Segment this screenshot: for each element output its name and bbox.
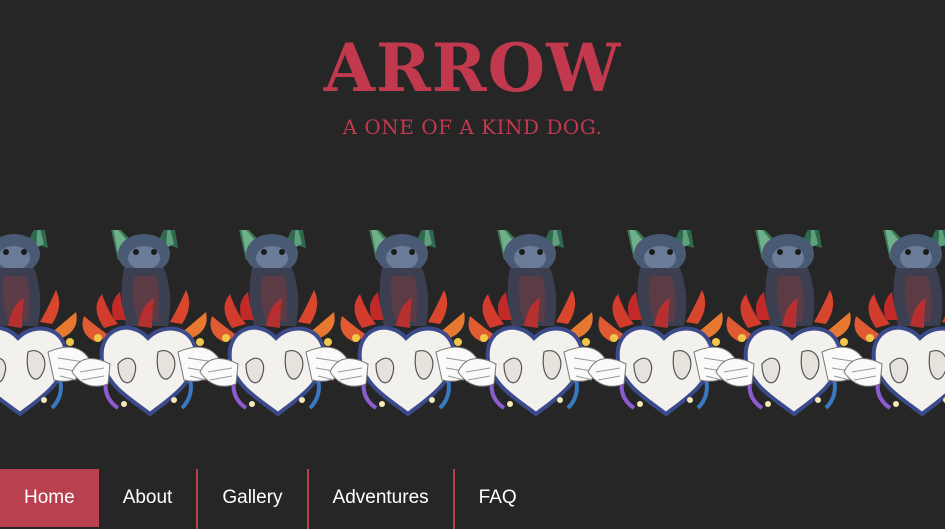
page: ARROW A ONE OF A KIND DOG. Home About Ga… <box>0 0 945 529</box>
nav-item-about[interactable]: About <box>99 469 197 527</box>
nav-item-home[interactable]: Home <box>0 469 99 527</box>
nav-item-adventures[interactable]: Adventures <box>309 469 453 527</box>
site-tagline: A ONE OF A KIND DOG. <box>342 115 603 139</box>
nav-item-faq[interactable]: FAQ <box>455 469 541 527</box>
site-title[interactable]: ARROW <box>0 28 945 108</box>
main-nav: Home About Gallery Adventures FAQ <box>0 469 541 529</box>
dog-heart-banner <box>0 230 945 420</box>
nav-item-gallery[interactable]: Gallery <box>198 469 306 527</box>
